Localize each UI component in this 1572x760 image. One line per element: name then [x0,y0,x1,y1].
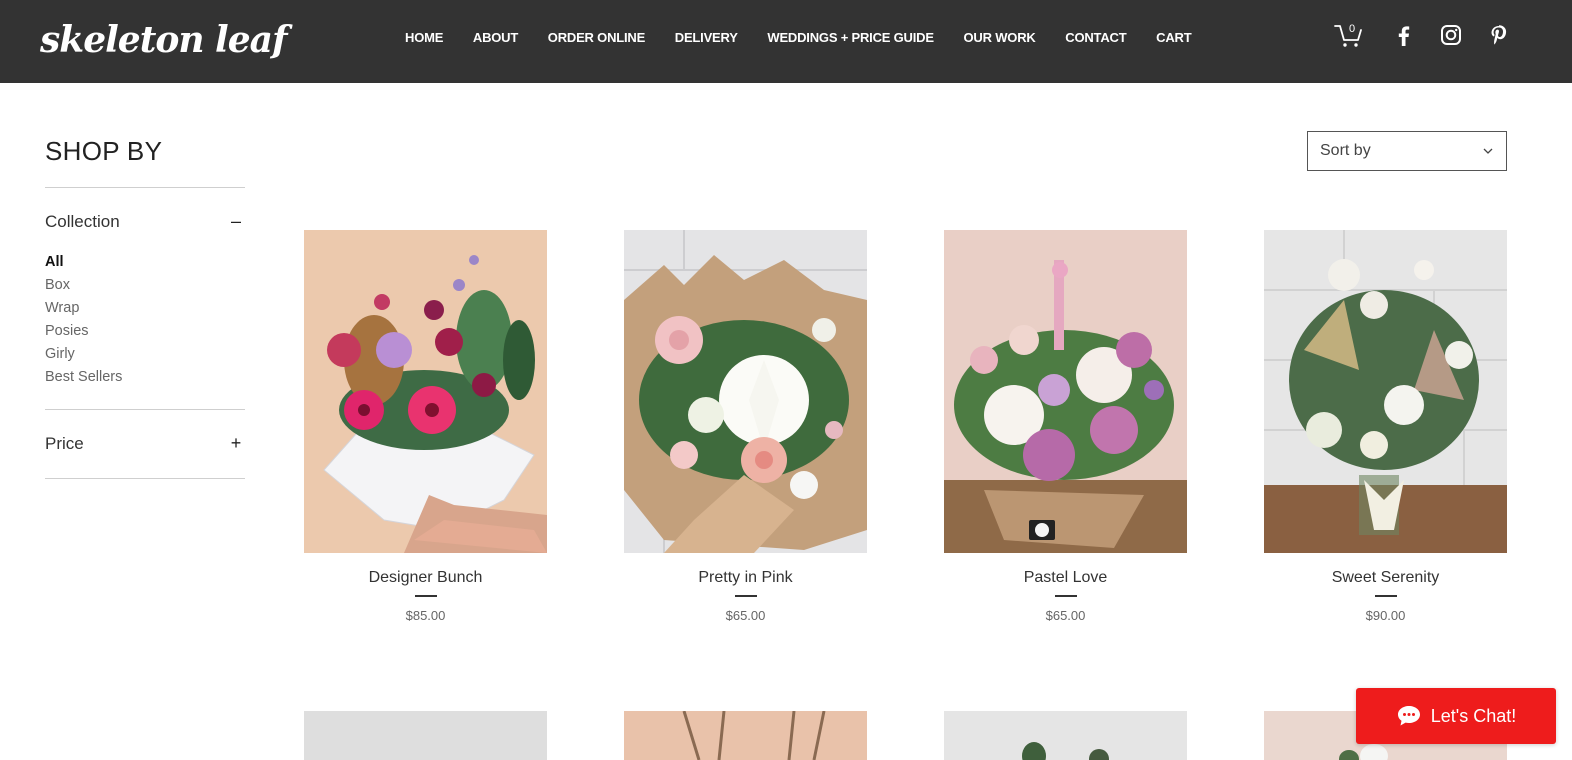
collection-collapse-icon[interactable]: – [229,211,243,232]
main-nav: HOME ABOUT ORDER ONLINE DELIVERY WEDDING… [405,28,1221,48]
nav-delivery[interactable]: DELIVERY [675,28,738,48]
product-price: $65.00 [725,608,766,623]
product-image[interactable] [1264,230,1507,553]
divider [1374,595,1397,597]
product-card[interactable]: Pretty in Pink $65.00 [624,230,867,623]
product-image[interactable] [304,230,547,553]
nav-weddings[interactable]: WEDDINGS + PRICE GUIDE [767,28,934,48]
collection-item-all[interactable]: All [45,254,122,277]
pinterest-icon[interactable] [1483,20,1515,52]
product-name[interactable]: Sweet Serenity [1264,569,1507,587]
nav-cart[interactable]: CART [1156,28,1192,48]
nav-home[interactable]: HOME [405,28,443,48]
shop-by-title: SHOP BY [45,136,163,166]
collection-item-best-sellers[interactable]: Best Sellers [45,369,122,392]
nav-contact[interactable]: CONTACT [1065,28,1126,48]
chat-button[interactable]: Let's Chat! [1356,688,1556,744]
product-image[interactable] [304,711,547,760]
sort-by-dropdown[interactable]: Sort by [1307,131,1507,171]
nav-order-online[interactable]: ORDER ONLINE [548,28,645,48]
product-name[interactable]: Designer Bunch [304,569,547,587]
instagram-icon[interactable] [1435,20,1467,52]
divider [1054,595,1077,597]
cart-icon[interactable]: 0 [1332,20,1364,52]
product-price: $65.00 [1045,608,1086,623]
product-image[interactable] [624,230,867,553]
product-price: $85.00 [405,608,446,623]
chevron-down-icon [1483,148,1493,154]
chat-bubble-icon [1397,706,1420,726]
facebook-icon[interactable] [1388,20,1420,52]
collection-item-posies[interactable]: Posies [45,323,122,346]
divider [45,478,245,479]
divider [414,595,437,597]
divider [734,595,757,597]
cart-count: 0 [1349,23,1356,35]
product-card[interactable]: Designer Bunch $85.00 [304,230,547,623]
product-card[interactable]: Pastel Love $65.00 [944,230,1187,623]
nav-our-work[interactable]: OUR WORK [964,28,1036,48]
nav-about[interactable]: ABOUT [473,28,518,48]
collection-item-girly[interactable]: Girly [45,346,122,369]
product-price: $90.00 [1365,608,1406,623]
collection-filter-title[interactable]: Collection [45,212,120,232]
product-name[interactable]: Pretty in Pink [624,569,867,587]
collection-list: All Box Wrap Posies Girly Best Sellers [45,254,122,392]
site-header: skeleton leaf HOME ABOUT ORDER ONLINE DE… [0,0,1572,83]
collection-item-box[interactable]: Box [45,277,122,300]
price-expand-icon[interactable]: + [229,433,243,454]
product-image[interactable] [944,230,1187,553]
product-card[interactable]: Sweet Serenity $90.00 [1264,230,1507,623]
collection-item-wrap[interactable]: Wrap [45,300,122,323]
product-image[interactable] [624,711,867,760]
product-image[interactable] [944,711,1187,760]
site-logo[interactable]: skeleton leaf [40,18,287,62]
price-filter-title[interactable]: Price [45,434,84,454]
divider [45,187,245,188]
sort-by-label: Sort by [1320,142,1371,159]
divider [45,409,245,410]
chat-label: Let's Chat! [1430,705,1517,726]
product-name[interactable]: Pastel Love [944,569,1187,587]
